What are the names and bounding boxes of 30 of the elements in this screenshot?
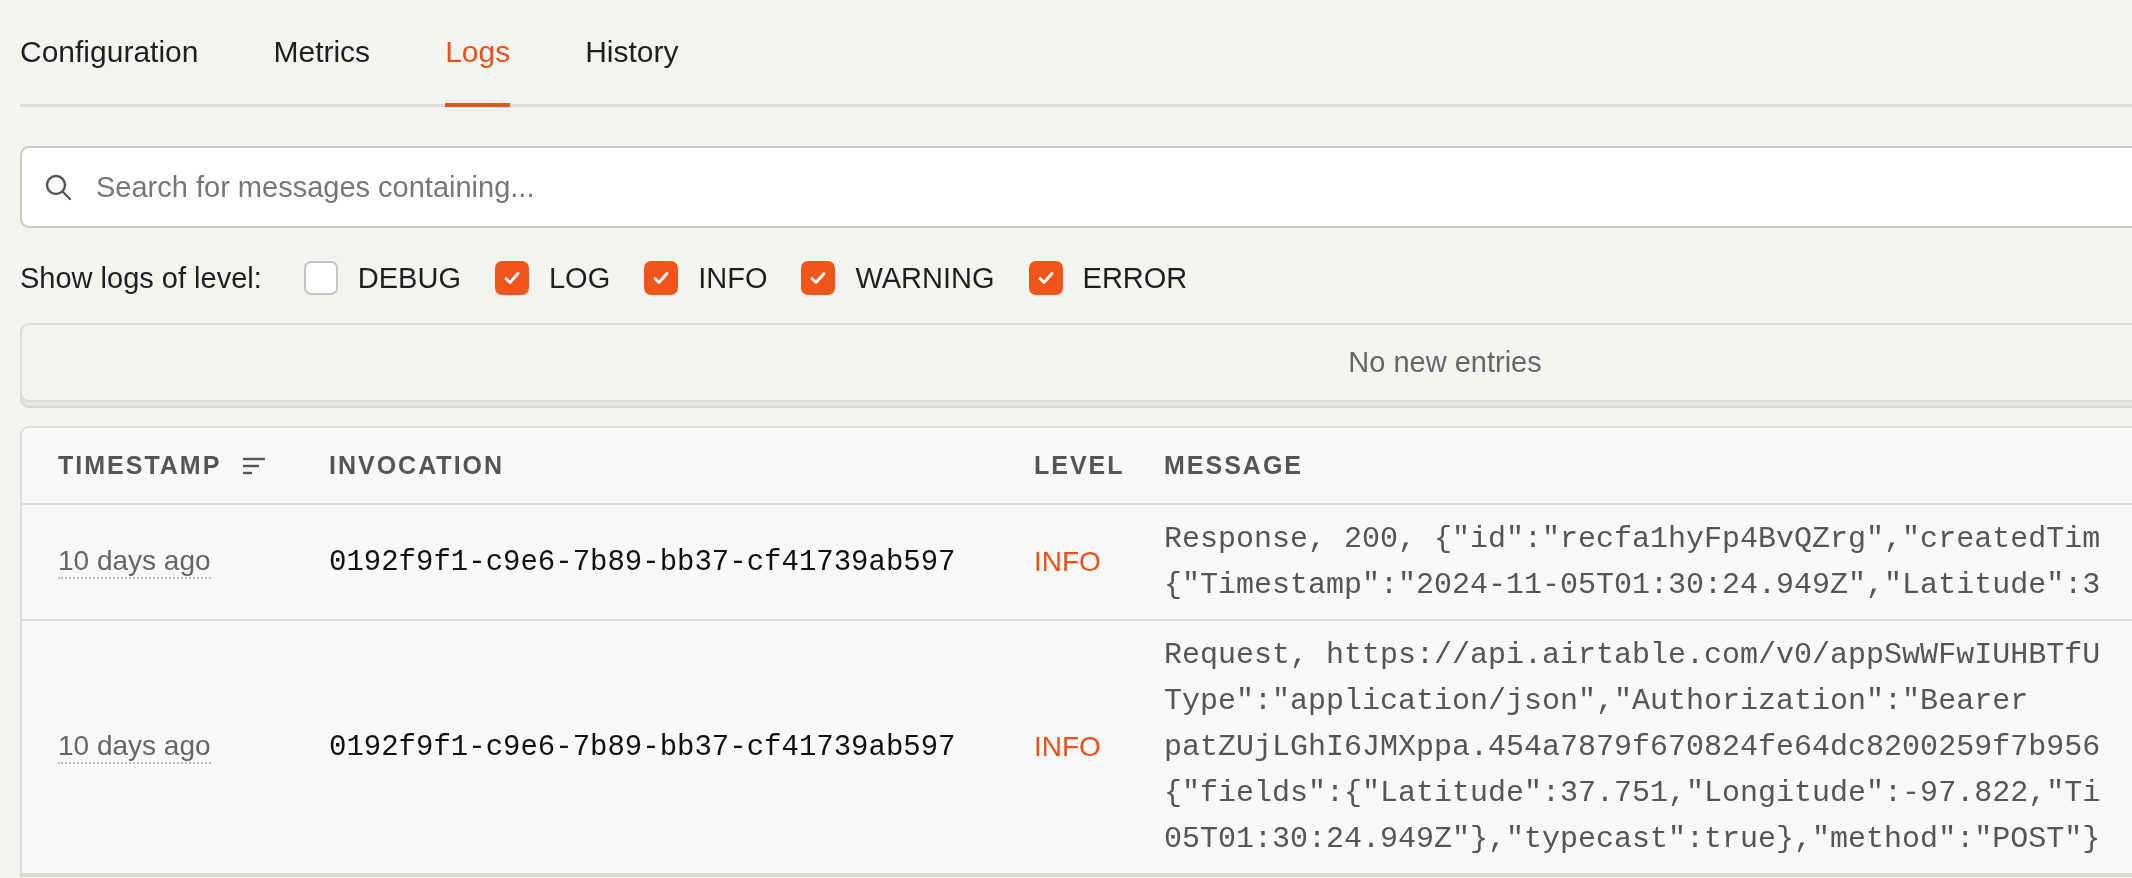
level-checkbox[interactable]: ERROR	[1028, 261, 1188, 295]
level-cell-text: INFO	[1034, 731, 1102, 763]
column-header: MESSAGE	[1164, 451, 1304, 480]
checkbox[interactable]	[494, 261, 529, 295]
level-cell-text: INFO	[1034, 546, 1102, 578]
column-header: LEVEL	[1034, 451, 1125, 480]
sort-icon[interactable]	[241, 455, 268, 476]
tab[interactable]: Metrics	[273, 0, 371, 107]
invocation-cell-text: 0192f9f1-c9e6-7b89-bb37-cf41739ab597	[329, 730, 957, 764]
column-header[interactable]: TIMESTAMP	[58, 451, 222, 480]
level-checkbox[interactable]: DEBUG	[303, 261, 461, 295]
timestamp-cell: 10 days ago	[58, 730, 211, 764]
search-field[interactable]: Search for messages containing...	[20, 146, 2132, 228]
tab[interactable]: Configuration	[20, 0, 199, 107]
new-entries-text: No new entries	[1348, 346, 1542, 379]
search-icon	[44, 173, 72, 201]
invocation-cell-text: 0192f9f1-c9e6-7b89-bb37-cf41739ab597	[329, 545, 957, 579]
checkbox[interactable]	[644, 261, 679, 295]
level-checkbox[interactable]: LOG	[494, 261, 611, 295]
filter-label: Show logs of level:	[20, 261, 262, 295]
level-checkbox[interactable]: WARNING	[801, 261, 995, 295]
tab[interactable]: History	[585, 0, 679, 107]
checkbox[interactable]	[303, 261, 338, 295]
timestamp-cell: 10 days ago	[58, 545, 211, 579]
message-cell-text: Request, https://api.airtable.com/v0/appSwWFwIUHBTfU Type":"application/json","Authorization":"Bearer patZUjLGhI6JMXppa.454a7879f670824fe64dc8200259f7b956 {"fields":{"Latitude":37.751,"Longitude":-97.822,"Ti 05T01:30:24.949Z"},"typecast":true},"method":"POST"}	[1164, 637, 2102, 858]
level-checkbox[interactable]: INFO	[644, 261, 768, 295]
message-cell-text: Response, 200, {"id":"recfa1hyFp4BvQZrg","createdTim {"Timestamp":"2024-11-05T01:30:24.949Z","Latitude":3	[1164, 521, 2102, 604]
checkbox[interactable]	[801, 261, 836, 295]
checkbox[interactable]	[1028, 261, 1063, 295]
column-header: INVOCATION	[329, 451, 505, 480]
